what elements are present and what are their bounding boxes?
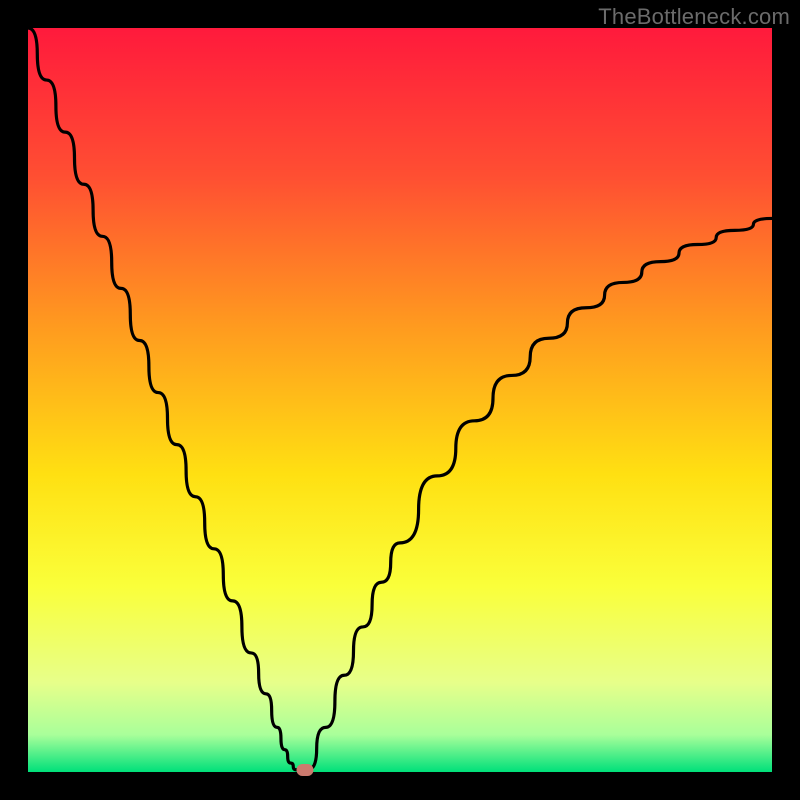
gradient-background	[28, 28, 772, 772]
optimum-marker	[296, 764, 313, 776]
bottleneck-chart	[28, 28, 772, 772]
watermark-text: TheBottleneck.com	[598, 4, 790, 30]
chart-frame	[28, 28, 772, 772]
